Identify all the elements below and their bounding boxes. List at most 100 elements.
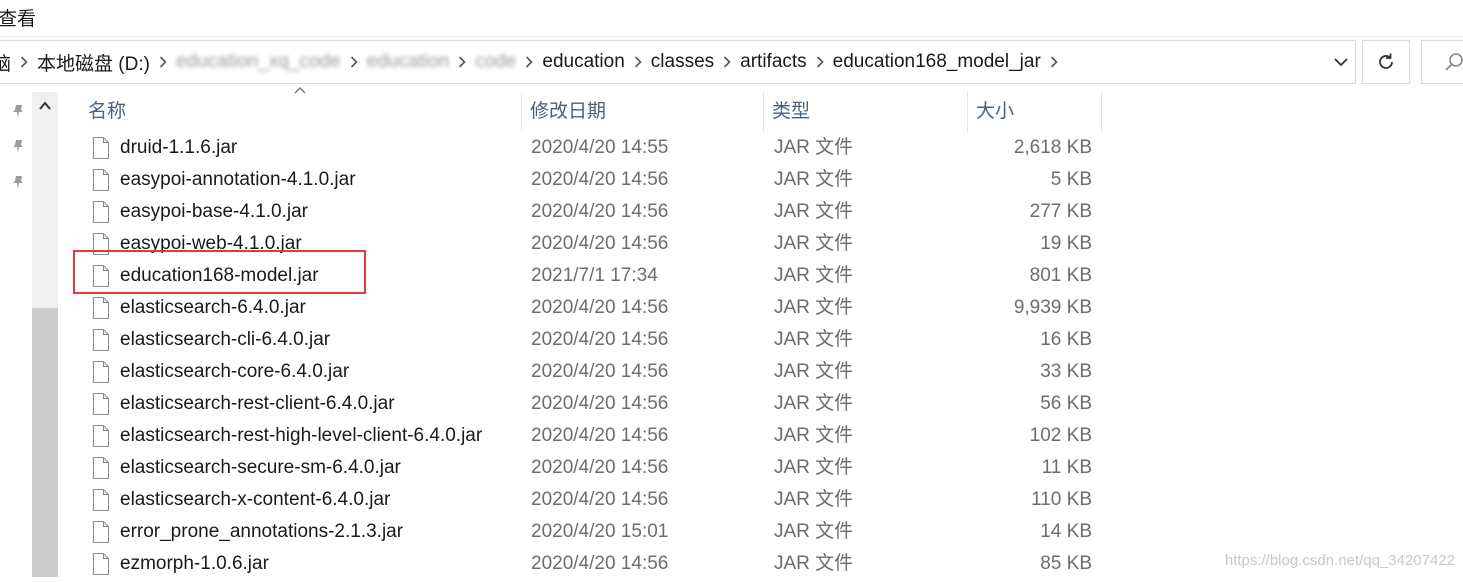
breadcrumb-item[interactable]: education168_model_jar <box>831 51 1043 73</box>
file-type: JAR 文件 <box>774 329 854 350</box>
file-date: 2020/4/20 14:56 <box>531 201 669 222</box>
pin-icon[interactable] <box>10 174 26 190</box>
chevron-right-icon[interactable] <box>152 56 174 68</box>
table-row[interactable]: druid-1.1.6.jar 2020/4/20 14:55 JAR 文件 2,61… <box>62 132 1102 164</box>
breadcrumb-item[interactable]: classes <box>649 51 716 73</box>
scroll-up-icon[interactable] <box>38 100 52 112</box>
file-type: JAR 文件 <box>774 457 854 478</box>
file-date: 2020/4/20 14:56 <box>531 169 669 190</box>
file-icon <box>92 328 110 358</box>
column-type[interactable]: 类型 <box>764 92 968 132</box>
column-size[interactable]: 大小 <box>968 92 1102 132</box>
address-bar[interactable]: 脑本地磁盘 (D:) education_xq_code education code… <box>0 40 1356 84</box>
file-date: 2020/4/20 14:56 <box>531 489 669 510</box>
file-icon <box>92 552 110 582</box>
file-name: elasticsearch-x-content-6.4.0.jar <box>120 489 391 510</box>
file-name: elasticsearch-secure-sm-6.4.0.jar <box>120 457 401 478</box>
file-type: JAR 文件 <box>774 521 854 542</box>
file-date: 2020/4/20 15:01 <box>531 521 669 542</box>
file-name: ezmorph-1.0.6.jar <box>120 553 269 574</box>
chevron-down-icon[interactable] <box>1333 54 1349 70</box>
table-row[interactable]: elasticsearch-6.4.0.jar 2020/4/20 14:56 JA… <box>62 292 1102 324</box>
file-size: 33 KB <box>1040 361 1092 382</box>
search-input[interactable] <box>1421 40 1463 84</box>
file-size: 11 KB <box>1041 457 1092 478</box>
file-size: 14 KB <box>1040 521 1092 542</box>
file-size: 110 KB <box>1031 489 1092 510</box>
file-type: JAR 文件 <box>774 425 854 446</box>
file-icon <box>92 360 110 390</box>
file-size: 16 KB <box>1040 329 1092 350</box>
breadcrumb-item[interactable]: 脑 <box>0 49 13 76</box>
file-date: 2020/4/20 14:56 <box>531 297 669 318</box>
breadcrumb: 脑本地磁盘 (D:) education_xq_code education code… <box>0 41 1065 83</box>
file-size: 2,618 KB <box>1013 137 1092 158</box>
file-size: 85 KB <box>1040 553 1092 574</box>
table-row[interactable]: elasticsearch-rest-client-6.4.0.jar 2020/… <box>62 388 1102 420</box>
table-row[interactable]: ezmorph-1.0.6.jar 2020/4/20 14:56 JAR 文件 85… <box>62 548 1102 580</box>
chevron-right-icon[interactable] <box>1043 56 1065 68</box>
chevron-right-icon[interactable] <box>13 56 35 68</box>
breadcrumb-item[interactable]: education <box>540 51 626 73</box>
watermark: https://blog.csdn.net/qq_34207422 <box>1224 552 1455 569</box>
breadcrumb-item[interactable]: 本地磁盘 (D:) <box>35 49 152 76</box>
ribbon: 查看 <box>0 0 1463 37</box>
file-icon <box>92 136 110 166</box>
file-size: 19 KB <box>1040 233 1092 254</box>
chevron-right-icon[interactable] <box>627 56 649 68</box>
file-icon <box>92 520 110 550</box>
file-size: 9,939 KB <box>1013 297 1092 318</box>
file-date: 2020/4/20 14:56 <box>531 361 669 382</box>
table-row[interactable]: error_prone_annotations-2.1.3.jar 2020/4/… <box>62 516 1102 548</box>
file-icon <box>92 424 110 454</box>
file-type: JAR 文件 <box>774 233 854 254</box>
pin-icon[interactable] <box>10 138 26 154</box>
chevron-right-icon[interactable] <box>343 56 365 68</box>
file-date: 2020/4/20 14:56 <box>531 329 669 350</box>
table-row[interactable]: elasticsearch-x-content-6.4.0.jar 2020/4/… <box>62 484 1102 516</box>
table-row[interactable]: easypoi-annotation-4.1.0.jar 2020/4/20 14… <box>62 164 1102 196</box>
file-date: 2020/4/20 14:56 <box>531 393 669 414</box>
scrollbar-thumb[interactable] <box>32 308 58 577</box>
refresh-button[interactable] <box>1362 40 1410 84</box>
table-row[interactable]: elasticsearch-cli-6.4.0.jar 2020/4/20 14:… <box>62 324 1102 356</box>
file-name: easypoi-base-4.1.0.jar <box>120 201 308 222</box>
file-name: elasticsearch-core-6.4.0.jar <box>120 361 350 382</box>
search-icon <box>1445 53 1463 71</box>
chevron-right-icon[interactable] <box>716 56 738 68</box>
file-icon <box>92 200 110 230</box>
file-size: 5 KB <box>1050 169 1092 190</box>
file-type: JAR 文件 <box>774 553 854 574</box>
highlight-box <box>73 250 366 294</box>
chevron-right-icon[interactable] <box>518 56 540 68</box>
file-date: 2021/7/1 17:34 <box>531 265 658 286</box>
breadcrumb-item[interactable]: education_xq_code <box>174 51 343 73</box>
pin-icon[interactable] <box>10 103 26 119</box>
file-type: JAR 文件 <box>774 137 854 158</box>
table-row[interactable]: elasticsearch-rest-high-level-client-6.4… <box>62 420 1102 452</box>
file-date: 2020/4/20 14:56 <box>531 553 669 574</box>
table-row[interactable]: elasticsearch-secure-sm-6.4.0.jar 2020/4/… <box>62 452 1102 484</box>
tab-view[interactable]: 查看 <box>0 4 36 31</box>
file-name: easypoi-annotation-4.1.0.jar <box>120 169 356 190</box>
column-name[interactable]: 名称 <box>80 92 522 132</box>
file-date: 2020/4/20 14:56 <box>531 425 669 446</box>
chevron-right-icon[interactable] <box>809 56 831 68</box>
table-row[interactable]: easypoi-base-4.1.0.jar 2020/4/20 14:56 JAR… <box>62 196 1102 228</box>
file-icon <box>92 296 110 326</box>
file-type: JAR 文件 <box>774 361 854 382</box>
breadcrumb-item[interactable]: education <box>365 51 451 73</box>
column-date[interactable]: 修改日期 <box>522 92 764 132</box>
chevron-right-icon[interactable] <box>451 56 473 68</box>
file-size: 277 KB <box>1029 201 1092 222</box>
breadcrumb-item[interactable]: code <box>473 51 518 73</box>
file-icon <box>92 392 110 422</box>
file-name: elasticsearch-rest-client-6.4.0.jar <box>120 393 395 414</box>
table-row[interactable]: elasticsearch-core-6.4.0.jar 2020/4/20 14… <box>62 356 1102 388</box>
navigation-scrollbar[interactable] <box>32 92 58 577</box>
file-name: elasticsearch-rest-high-level-client-6.4… <box>120 425 483 446</box>
file-size: 801 KB <box>1029 265 1092 286</box>
file-date: 2020/4/20 14:56 <box>531 233 669 254</box>
breadcrumb-item[interactable]: artifacts <box>738 51 809 73</box>
file-name: elasticsearch-cli-6.4.0.jar <box>120 329 331 350</box>
